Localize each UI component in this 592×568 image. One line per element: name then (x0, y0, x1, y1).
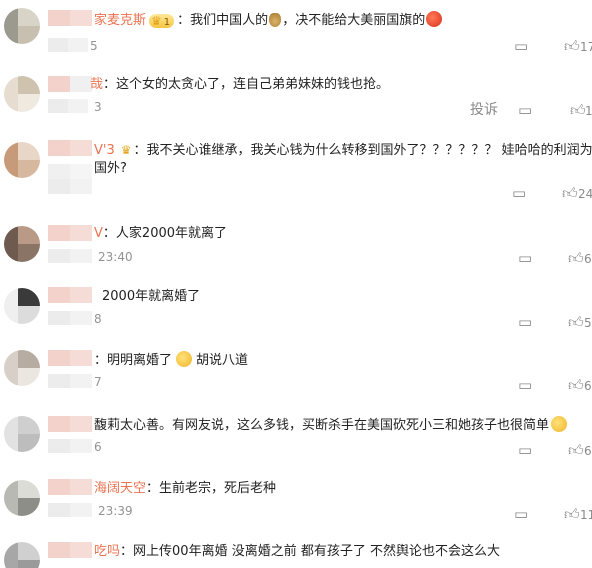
like-count: 11 (580, 508, 592, 522)
thumbs-up-icon[interactable]: 👍︎ (570, 102, 586, 118)
comment-text-line2: 国外? (94, 161, 127, 176)
blurred-username (48, 479, 92, 495)
report-button[interactable]: 投诉 (470, 102, 498, 118)
avatar[interactable] (4, 76, 40, 112)
blurred-username (48, 140, 92, 156)
thumbs-up-icon[interactable]: 👍︎ (568, 442, 584, 458)
comment-time: 23:39 (98, 504, 133, 518)
like-count: 6 (584, 444, 592, 458)
thumbs-up-icon[interactable]: 👍︎ (568, 250, 584, 266)
avatar[interactable] (4, 142, 40, 178)
thumbs-up-icon[interactable]: 👍︎ (568, 377, 584, 393)
comment-icon[interactable]: ▭ (518, 442, 532, 458)
like-count: 17 (580, 40, 592, 54)
like-count: 1 (585, 104, 592, 118)
emoji-icon (426, 11, 443, 27)
comment-text: ：明明离婚了 胡说八道 (94, 351, 249, 368)
comment-text: 哉：这个女的太贪心了，连自己弟弟妹妹的钱也抢。 (90, 77, 390, 92)
thumbs-up-icon[interactable]: 👍︎ (562, 185, 578, 201)
crown-icon: ♛ (151, 13, 162, 28)
thumbs-up-icon[interactable]: 👍︎ (568, 314, 584, 330)
comment-item: 家麦克斯 ♛ 1 ：我们中国人的 ，决不能给大美丽国旗的 5 ▭ 👍︎ 17 (0, 4, 592, 68)
username[interactable]: V (94, 226, 103, 241)
comment-item: 吃吗：网上传00年离婚 没离婚之前 都有孩子了 不然舆论也不会这么大 (0, 538, 592, 568)
comment-item: 海阔天空：生前老宗，死后老种 23:39 ▭ 👍︎ 11 (0, 476, 592, 540)
avatar[interactable] (4, 480, 40, 516)
comment-time: 6 (94, 440, 102, 454)
blurred-username (48, 416, 92, 432)
comment-text: V'3 ♛ ：我不关心谁继承，我关心钱为什么转移到国外了？？？？？？ 娃哈哈的利润为… (94, 143, 592, 158)
comment-icon[interactable]: ▭ (514, 38, 528, 54)
comment-item: 馥莉太心善。有网友说，这么多钱，买断杀手在美国砍死小三和她孩子也很简单 6 ▭ … (0, 412, 592, 476)
like-count: 24 (578, 187, 592, 201)
blurred-meta (48, 38, 88, 52)
comment-item: V：人家2000年就离了 23:40 ▭ 👍︎ 6 (0, 222, 592, 286)
comment-text: 吃吗：网上传00年离婚 没离婚之前 都有孩子了 不然舆论也不会这么大 (94, 544, 500, 559)
blurred-username (48, 225, 92, 241)
comment-icon[interactable]: ▭ (518, 314, 532, 330)
money-bag-emoji (269, 13, 282, 27)
blurred-username (48, 287, 92, 303)
comment-item: 哉：这个女的太贪心了，连自己弟弟妹妹的钱也抢。 3 投诉 ▭ 👍︎ 1 (0, 72, 592, 136)
blurred-meta (48, 311, 92, 325)
blurred-meta (48, 503, 92, 517)
comment-time: 7 (94, 375, 102, 389)
crown-icon: ♛ (120, 143, 132, 157)
blurred-meta (48, 99, 88, 113)
comment-text: 2000年就离婚了 (102, 289, 201, 304)
blurred-username (48, 542, 92, 558)
comment-text: 家麦克斯 ♛ 1 ：我们中国人的 ，决不能给大美丽国旗的 (94, 11, 443, 30)
blurred-meta (48, 164, 92, 194)
avatar[interactable] (4, 542, 40, 568)
comment-icon[interactable]: ▭ (518, 250, 532, 266)
username[interactable]: 哉 (90, 77, 103, 92)
like-count: 6 (584, 252, 592, 266)
comment-text: 海阔天空：生前老宗，死后老种 (94, 481, 277, 496)
thumbs-up-icon[interactable]: 👍︎ (564, 506, 580, 522)
comment-item: V'3 ♛ ：我不关心谁继承，我关心钱为什么转移到国外了？？？？？？ 娃哈哈的利润为… (0, 138, 592, 208)
comment-icon[interactable]: ▭ (514, 506, 528, 522)
fan-badge: ♛ 1 (149, 13, 175, 28)
emoji-icon (551, 416, 568, 432)
comment-time: 5 (90, 39, 98, 53)
blurred-username (48, 76, 92, 92)
comment-time: 8 (94, 312, 102, 326)
blurred-meta (48, 249, 92, 263)
like-count: 5 (584, 316, 592, 330)
comment-icon[interactable]: ▭ (518, 377, 532, 393)
username[interactable]: 海阔天空 (94, 481, 146, 496)
blurred-meta (48, 439, 92, 453)
avatar[interactable] (4, 350, 40, 386)
avatar[interactable] (4, 226, 40, 262)
comment-time: 23:40 (98, 250, 133, 264)
username[interactable]: 吃吗 (94, 544, 120, 559)
thumbs-up-icon[interactable]: 👍︎ (564, 38, 580, 54)
blurred-username (48, 10, 92, 26)
comment-text: V：人家2000年就离了 (94, 226, 228, 241)
comment-icon[interactable]: ▭ (512, 185, 526, 201)
blurred-username (48, 350, 92, 366)
comment-time: 3 (94, 100, 102, 114)
comment-text: 馥莉太心善。有网友说，这么多钱，买断杀手在美国砍死小三和她孩子也很简单 (94, 416, 568, 435)
comment-item: 2000年就离婚了 8 ▭ 👍︎ 5 (0, 284, 592, 348)
avatar[interactable] (4, 8, 40, 44)
emoji-icon (176, 351, 193, 367)
username[interactable]: 家麦克斯 (94, 13, 146, 28)
avatar[interactable] (4, 288, 40, 324)
blurred-meta (48, 374, 92, 388)
comment-item: ：明明离婚了 胡说八道 7 ▭ 👍︎ 6 (0, 346, 592, 410)
username[interactable]: V'3 (94, 143, 115, 158)
like-count: 6 (584, 379, 592, 393)
avatar[interactable] (4, 416, 40, 452)
comment-icon[interactable]: ▭ (518, 102, 532, 118)
